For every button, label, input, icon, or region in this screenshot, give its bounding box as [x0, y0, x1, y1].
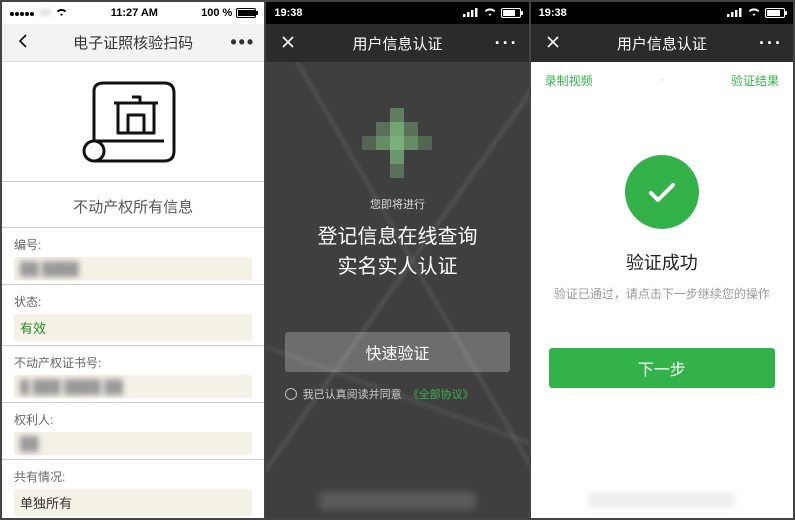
nav-bar: 用户信息认证 ···	[266, 24, 528, 62]
battery-icon	[236, 8, 256, 18]
intro-title-line2: 实名实人认证	[337, 256, 457, 278]
signal-icon	[463, 7, 479, 20]
tab-verify-result[interactable]: 验证结果	[731, 72, 779, 89]
quick-verify-button[interactable]: 快速验证	[285, 332, 511, 372]
content-area: 不动产权所有信息 编号: ██ ████ 状态: 有效 不动产权证书号: █ █…	[2, 62, 264, 518]
content-area: 您即将进行 登记信息在线查询 实名实人认证 快速验证 我已认真阅读并同意 《全部…	[266, 62, 528, 518]
more-button[interactable]: •••	[230, 32, 254, 53]
nav-title: 用户信息认证	[565, 33, 759, 54]
screen-verify-intro: 19:38 用户信息认证 ···	[266, 2, 528, 518]
status-bar: 19:38	[266, 2, 528, 24]
field-owner: 权利人: ██	[2, 403, 264, 460]
field-id: 编号: ██ ████	[2, 228, 264, 285]
field-value: 有效	[14, 314, 252, 341]
intro-title-line1: 登记信息在线查询	[317, 226, 477, 248]
wifi-icon	[483, 7, 497, 20]
success-check-icon	[625, 155, 699, 229]
agreement-radio[interactable]	[285, 388, 297, 400]
close-button[interactable]	[541, 33, 565, 54]
nav-bar: 用户信息认证 ···	[531, 24, 793, 62]
nav-title: 用户信息认证	[300, 33, 494, 54]
signal-icon	[727, 7, 743, 20]
battery-icon	[765, 8, 785, 18]
field-label: 权利人:	[14, 411, 252, 428]
field-coownership: 共有情况: 单独所有	[2, 460, 264, 518]
nav-title: 电子证照核验扫码	[36, 32, 230, 53]
agreement-text: 我已认真阅读并同意	[303, 386, 402, 402]
intro-pretext: 您即将进行	[370, 196, 425, 212]
field-label: 状态:	[14, 293, 252, 310]
wifi-icon	[747, 7, 761, 20]
field-value: ██ ████	[20, 261, 79, 276]
content-area: 录制视频 · 验证结果 验证成功 验证已通过，请点击下一步继续您的操作 下一步	[531, 62, 793, 518]
more-button[interactable]: ···	[759, 33, 783, 54]
status-time: 19:38	[539, 7, 567, 19]
field-label: 共有情况:	[14, 468, 252, 485]
result-subtitle: 验证已通过，请点击下一步继续您的操作	[554, 285, 770, 302]
nav-bar: 电子证照核验扫码 •••	[2, 24, 264, 62]
status-bar: ••• 11:27 AM 100 %	[2, 2, 264, 24]
result-title: 验证成功	[626, 249, 698, 275]
tab-separator-icon: ·	[660, 72, 664, 89]
close-button[interactable]	[276, 33, 300, 54]
battery-icon	[501, 8, 521, 18]
field-cert-no: 不动产权证书号: █ ███ ████ ██	[2, 346, 264, 403]
screen-verify-success: 19:38 用户信息认证 ··· 录制视频 · 验证结果 验证成功 验证已通过，…	[531, 2, 793, 518]
section-title: 不动产权所有信息	[2, 182, 264, 228]
battery-text: 100 %	[201, 7, 232, 19]
intro-title: 登记信息在线查询 实名实人认证	[317, 222, 477, 282]
field-value: 单独所有	[14, 489, 252, 516]
more-button[interactable]: ···	[495, 33, 519, 54]
footer-blur	[588, 492, 735, 508]
next-step-button[interactable]: 下一步	[549, 348, 775, 388]
wifi-icon	[55, 7, 68, 20]
tab-record-video[interactable]: 录制视频	[545, 72, 593, 89]
agreement-link[interactable]: 《全部协议》	[408, 386, 474, 402]
status-time: 19:38	[274, 7, 302, 19]
footer-blur	[319, 492, 476, 510]
status-bar: 19:38	[531, 2, 793, 24]
agreement-row[interactable]: 我已认真阅读并同意 《全部协议》	[285, 386, 511, 402]
back-button[interactable]	[12, 32, 36, 53]
field-label: 编号:	[14, 236, 252, 253]
pixel-cross-logo	[362, 108, 432, 178]
screen-license-detail: ••• 11:27 AM 100 % 电子证照核验扫码 •••	[2, 2, 264, 518]
document-roll-icon	[2, 62, 264, 182]
carrier-label: •••	[39, 7, 51, 19]
field-label: 不动产权证书号:	[14, 354, 252, 371]
signal-icon	[10, 7, 35, 19]
field-value: ██	[20, 436, 38, 451]
status-time: 11:27 AM	[68, 7, 202, 19]
field-status: 状态: 有效	[2, 285, 264, 346]
step-tabs: 录制视频 · 验证结果	[531, 62, 793, 89]
field-value: █ ███ ████ ██	[20, 379, 123, 394]
